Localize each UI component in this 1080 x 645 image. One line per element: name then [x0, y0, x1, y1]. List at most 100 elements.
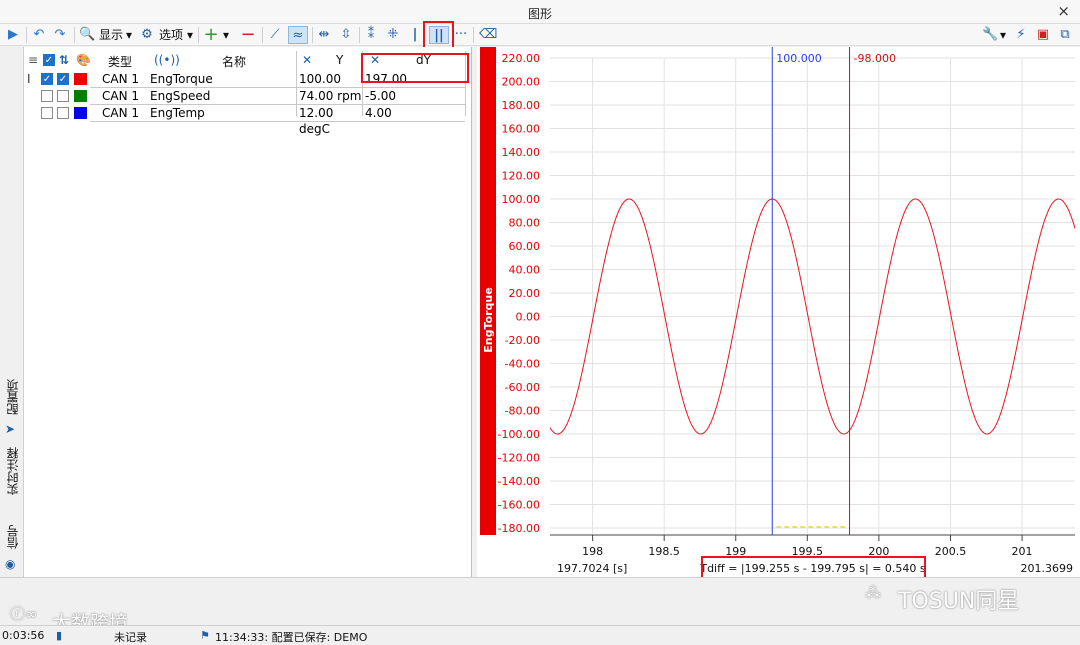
header-type: 类型 — [108, 55, 133, 69]
signal-table-panel: ≡ ✓ ⇅ 🎨 类型 ((•)) 名称 ✕ Y ✕ dY I ✓ ✓ CAN 1 Eng… — [24, 47, 472, 577]
y-tick-label: 180.00 — [502, 99, 541, 112]
row-name: EngTemp — [150, 106, 205, 120]
y-tick-label: 0.00 — [516, 311, 541, 324]
zoom-vertical-icon[interactable]: ⁑ — [363, 26, 379, 44]
single-cursor-icon[interactable]: | — [409, 26, 421, 44]
y-tick-label: -180.00 — [498, 522, 540, 535]
status-bar: 0:03:56 ▮ 未记录 ⚑ 11:34:33: 配置已保存: DEMO — [0, 625, 1080, 645]
y-cursor-icon: ✕ — [302, 53, 313, 67]
signal-icon: ◉ — [5, 557, 16, 571]
side-tabs: 配置项 ➤ 实时注释 信号 ◉ — [0, 47, 24, 577]
y-tick-label: 80.00 — [509, 217, 541, 230]
graph-window: 图形 × ▶ ↶ ↷ 🔍 显示 ▾ ⚙ 选项 ▾ + ▾ − ⟋ ≈ ⇹ ⇳ ⁑… — [0, 0, 1080, 645]
window-title: 图形 — [527, 7, 552, 21]
tab-signal[interactable]: 信号 — [4, 525, 21, 549]
record-icon: ▮ — [56, 629, 63, 642]
row-color-swatch[interactable] — [74, 90, 87, 102]
fit-vertical-icon[interactable]: ⇳ — [337, 26, 355, 44]
row-select-checkbox[interactable]: ✓ — [57, 73, 69, 85]
watermark-logo-icon: ⓡ∞ — [10, 605, 38, 623]
wrench-icon[interactable]: 🔧 — [982, 26, 998, 44]
x-tick-label: 200.5 — [935, 545, 967, 558]
header-y: Y — [336, 53, 344, 67]
tab-config[interactable]: 配置项 — [4, 379, 21, 415]
row-select-checkbox[interactable] — [57, 107, 69, 119]
header-name: 名称 — [222, 55, 247, 69]
zoom-horizontal-icon[interactable]: ⁜ — [385, 26, 401, 44]
tab-annotation[interactable]: 实时注释 — [4, 447, 21, 495]
toolbar: ▶ ↶ ↷ 🔍 显示 ▾ ⚙ 选项 ▾ + ▾ − ⟋ ≈ ⇹ ⇳ ⁑ ⁜ | … — [0, 21, 1080, 49]
palette-icon[interactable]: 🎨 — [76, 53, 91, 67]
options-dropdown-icon[interactable]: ▾ — [185, 26, 195, 44]
row-visible-checkbox[interactable] — [41, 90, 53, 102]
x-min-label: 197.7024 [s] — [557, 562, 627, 575]
x-tick-label: 201 — [1012, 545, 1033, 558]
x-max-label: 201.3699 — [1021, 562, 1074, 575]
single-axis-icon[interactable]: ⟋ — [266, 26, 284, 44]
export-icon[interactable]: ⧉ — [1056, 26, 1074, 44]
row-y-value: 100.00 — [296, 71, 362, 88]
y-tick-label: -40.00 — [505, 358, 540, 371]
separate-axis-icon[interactable]: ≈ — [288, 26, 308, 44]
lightning-icon[interactable]: ⚡ — [1013, 26, 1029, 44]
row-visible-checkbox[interactable]: ✓ — [41, 73, 53, 85]
y-tick-label: -100.00 — [498, 428, 540, 441]
status-time: 0:03:56 — [2, 629, 45, 642]
broadcast-icon: ((•)) — [154, 53, 180, 67]
y-tick-label: -160.00 — [498, 499, 540, 512]
y-tick-label: 120.00 — [502, 170, 541, 183]
y-tick-label: 220.00 — [502, 52, 541, 65]
wechat-icon: ⁂ — [865, 583, 881, 602]
add-signal-icon[interactable]: + — [203, 26, 219, 44]
row-y-value: 74.00 rpm — [296, 88, 362, 105]
y-tick-label: -80.00 — [505, 405, 540, 418]
y-axis-label: EngTorque — [482, 287, 495, 352]
sort-icon[interactable]: ⇅ — [59, 53, 69, 67]
highlight-dy-column — [361, 53, 469, 83]
status-message: 11:34:33: 配置已保存: DEMO — [215, 631, 368, 644]
display-dropdown-icon[interactable]: ▾ — [124, 26, 134, 44]
redo-icon[interactable]: ↷ — [52, 26, 68, 44]
close-icon[interactable]: × — [1057, 2, 1070, 20]
row-color-swatch[interactable] — [74, 73, 87, 85]
select-all-checkbox[interactable]: ✓ — [43, 54, 55, 66]
x-tick-label: 198 — [582, 545, 603, 558]
y-tick-label: -120.00 — [498, 452, 540, 465]
remove-signal-icon[interactable]: − — [240, 26, 256, 44]
eraser-icon[interactable]: ⌫ — [479, 26, 497, 44]
status-record: 未记录 — [114, 631, 147, 644]
y-tick-label: 40.00 — [509, 264, 541, 277]
chart-panel[interactable]: EngTorque 220.00 200.00 180.00 160.00 140.00 1… — [477, 47, 1080, 582]
y-tick-label: 200.00 — [502, 76, 541, 89]
flag-icon: ⚑ — [200, 629, 210, 642]
row-visible-checkbox[interactable] — [41, 107, 53, 119]
gear-icon[interactable]: ⚙ — [139, 26, 155, 44]
cursor-value-label: -98.000 — [854, 52, 896, 65]
pin-icon[interactable]: ➤ — [5, 422, 15, 436]
row-name: EngSpeed — [150, 89, 211, 103]
chart-canvas[interactable]: EngTorque 220.00 200.00 180.00 160.00 140.00 1… — [477, 47, 1080, 577]
y-tick-label: -20.00 — [505, 334, 540, 347]
more-icon[interactable]: ··· — [453, 26, 469, 44]
fit-horizontal-icon[interactable]: ⇹ — [315, 26, 333, 44]
row-select-checkbox[interactable] — [57, 90, 69, 102]
options-menu-button[interactable]: 选项 — [157, 26, 185, 44]
table-row[interactable]: CAN 1 EngSpeed 74.00 rpm -5.00 — [24, 88, 465, 105]
column-menu-icon[interactable]: ≡ — [28, 53, 38, 67]
play-icon[interactable]: ▶ — [6, 26, 20, 44]
row-color-swatch[interactable] — [74, 107, 87, 119]
clear-window-icon[interactable]: ▣ — [1034, 26, 1052, 44]
zoom-icon[interactable]: 🔍 — [79, 26, 95, 44]
y-tick-label: -140.00 — [498, 475, 540, 488]
display-menu-button[interactable]: 显示 — [97, 26, 125, 44]
y-tick-label: 100.00 — [502, 193, 541, 206]
y-tick-label: 160.00 — [502, 123, 541, 136]
add-dropdown-icon[interactable]: ▾ — [221, 26, 231, 44]
y-tick-label: 140.00 — [502, 146, 541, 159]
title-bar: 图形 × — [0, 0, 1080, 24]
row-dy-value: 4.00 — [362, 105, 465, 122]
undo-icon[interactable]: ↶ — [31, 26, 47, 44]
table-row[interactable]: CAN 1 EngTemp 12.00 degC 4.00 — [24, 105, 465, 136]
watermark-right: TOSUN同星 — [898, 589, 1020, 614]
wrench-dropdown-icon[interactable]: ▾ — [998, 26, 1008, 44]
